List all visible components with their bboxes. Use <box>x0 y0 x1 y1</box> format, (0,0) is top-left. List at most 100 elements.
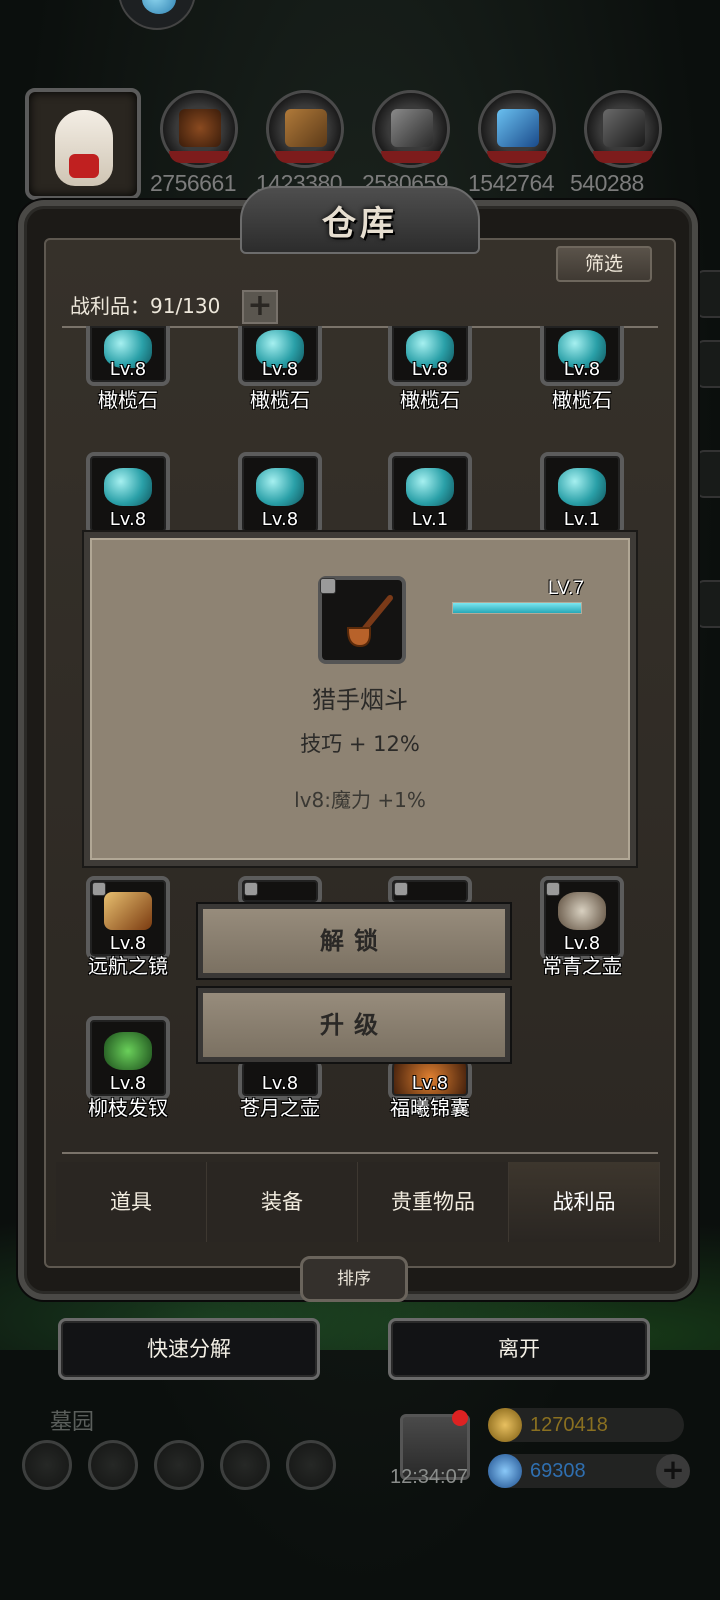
lock-icon <box>244 882 258 896</box>
hero-portrait[interactable] <box>25 88 141 200</box>
item-name: 苍月之壶 <box>240 1096 320 1120</box>
spyglass-icon <box>104 892 152 930</box>
area-name: 墓园 <box>50 1410 95 1435</box>
resource-wood-slot[interactable] <box>160 90 238 168</box>
lock-icon <box>394 882 408 896</box>
item-slot[interactable]: Lv.8 <box>388 326 472 386</box>
settings-icon[interactable] <box>22 1440 72 1490</box>
resource-iron-slot[interactable] <box>372 90 450 168</box>
plank-icon <box>285 109 327 147</box>
resource-count: 1542764 <box>468 170 555 196</box>
lock-icon <box>92 882 106 896</box>
item-name: 橄榄石 <box>552 388 612 412</box>
popup-item-slot <box>318 576 406 664</box>
popup-item-stat: 技巧 + 12% <box>300 732 420 756</box>
rabbit-icon <box>55 110 113 186</box>
unlock-button[interactable]: 解锁 <box>198 904 510 978</box>
tab-items[interactable]: 道具 <box>56 1162 207 1242</box>
item-level: Lv.8 <box>261 1073 299 1094</box>
add-currency-button[interactable]: + <box>656 1454 690 1488</box>
item-name: 常青之壶 <box>542 954 622 978</box>
gold-icon <box>488 1408 522 1442</box>
item-level: Lv.1 <box>411 509 449 530</box>
xp-fill <box>453 603 581 613</box>
olivine-icon <box>256 468 304 506</box>
lock-icon <box>320 578 336 594</box>
resource-plank-slot[interactable] <box>266 90 344 168</box>
item-slot[interactable]: Lv.8 <box>540 326 624 386</box>
upgrade-button[interactable]: 升级 <box>198 988 510 1062</box>
item-level: Lv.8 <box>261 509 299 530</box>
popup-level: LV.7 <box>548 578 584 599</box>
item-level: Lv.8 <box>109 509 147 530</box>
item-slot[interactable]: Lv.8 <box>86 326 170 386</box>
sort-button[interactable]: 排序 <box>300 1256 408 1302</box>
item-slot[interactable] <box>388 876 472 906</box>
resource-count: 540288 <box>570 170 644 196</box>
notification-dot <box>452 1410 468 1426</box>
quick-decompose-button[interactable]: 快速分解 <box>58 1318 320 1380</box>
tab-valuables[interactable]: 贵重物品 <box>358 1162 509 1242</box>
item-slot[interactable]: Lv.8 <box>238 326 322 386</box>
skill-icon[interactable] <box>286 1440 336 1490</box>
item-slot[interactable]: Lv.1 <box>540 452 624 536</box>
rune-icon[interactable] <box>154 1440 204 1490</box>
gem-amount: 69308 <box>530 1460 586 1482</box>
olivine-icon <box>558 468 606 506</box>
leave-button[interactable]: 离开 <box>388 1318 650 1380</box>
item-level: Lv.8 <box>411 1073 449 1094</box>
filter-button[interactable]: 筛选 <box>556 246 652 282</box>
item-slot[interactable]: Lv.8 <box>238 452 322 536</box>
popup-item-bonus: lv8:魔力 +1% <box>294 788 426 812</box>
side-tab[interactable] <box>696 340 720 388</box>
olivine-icon <box>104 468 152 506</box>
crystal-icon <box>497 109 539 147</box>
item-slot[interactable] <box>238 876 322 906</box>
panel-title: 仓库 <box>322 204 398 244</box>
item-slot[interactable]: Lv.8 <box>86 876 170 960</box>
wood-icon <box>179 109 221 147</box>
clock: 12:34:07 <box>390 1466 468 1488</box>
item-name: 福曦锦囊 <box>390 1096 470 1120</box>
item-slot[interactable]: Lv.1 <box>388 452 472 536</box>
mail-icon[interactable] <box>220 1440 270 1490</box>
item-detail-popup: LV.7 猎手烟斗 技巧 + 12% lv8:魔力 +1% <box>84 532 636 866</box>
tab-equipment[interactable]: 装备 <box>207 1162 358 1242</box>
pipe-icon <box>347 595 393 648</box>
lock-icon <box>546 882 560 896</box>
teapot-icon <box>558 892 606 930</box>
gem-icon <box>488 1454 522 1488</box>
item-slot[interactable]: Lv.8 <box>540 876 624 960</box>
item-name: 远航之镜 <box>88 954 168 978</box>
item-level: Lv.8 <box>109 359 147 380</box>
side-tab[interactable] <box>696 580 720 628</box>
pentagram-icon[interactable] <box>88 1440 138 1490</box>
hairpin-icon <box>104 1032 152 1070</box>
item-slot[interactable]: Lv.8 <box>86 1016 170 1100</box>
item-level: Lv.8 <box>411 359 449 380</box>
divider <box>62 1152 658 1154</box>
olivine-icon <box>406 468 454 506</box>
side-tab[interactable] <box>696 450 720 498</box>
item-level: Lv.8 <box>109 1073 147 1094</box>
gold-amount: 1270418 <box>530 1414 608 1436</box>
item-level: Lv.8 <box>563 359 601 380</box>
resource-steel-slot[interactable] <box>584 90 662 168</box>
iron-icon <box>391 109 433 147</box>
side-tab[interactable] <box>696 270 720 318</box>
expand-capacity-button[interactable]: + <box>242 290 278 324</box>
item-name: 橄榄石 <box>98 388 158 412</box>
resource-crystal-slot[interactable] <box>478 90 556 168</box>
loot-count: 战利品：91/130 <box>70 294 221 318</box>
xp-bar <box>452 602 582 614</box>
tab-loot[interactable]: 战利品 <box>509 1162 660 1242</box>
item-name: 橄榄石 <box>400 388 460 412</box>
resource-count: 2756661 <box>150 170 237 196</box>
item-name: 柳枝发钗 <box>88 1096 168 1120</box>
popup-item-name: 猎手烟斗 <box>312 686 408 714</box>
item-name: 橄榄石 <box>250 388 310 412</box>
item-level: Lv.1 <box>563 509 601 530</box>
item-slot[interactable]: Lv.8 <box>86 452 170 536</box>
item-level: Lv.8 <box>261 359 299 380</box>
category-tabs: 道具 装备 贵重物品 战利品 <box>56 1162 660 1242</box>
